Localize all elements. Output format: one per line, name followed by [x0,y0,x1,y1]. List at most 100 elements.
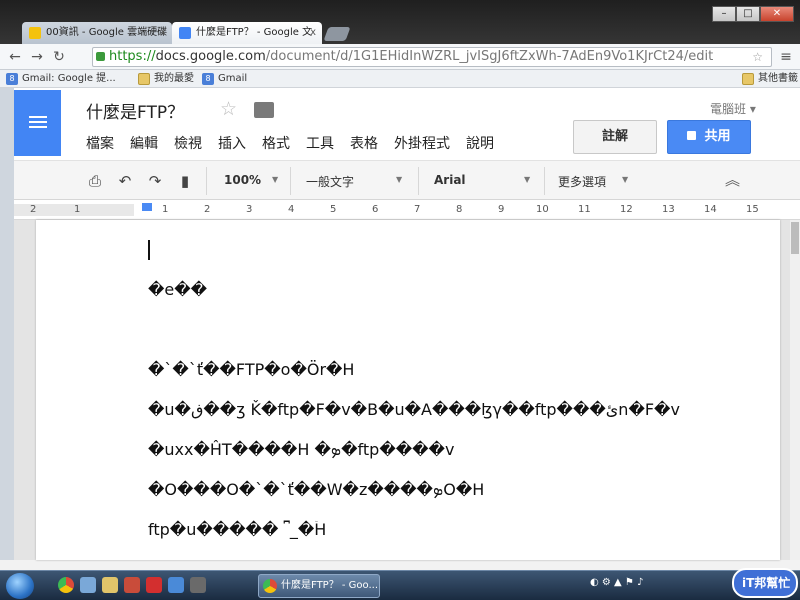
bookmark-label: 其他書籤 [758,73,798,84]
window-left-edge [0,88,14,560]
menu-help[interactable]: 說明 [466,133,494,153]
redo-icon[interactable]: ↷ [146,172,164,190]
document-title[interactable]: 什麼是FTP？ [86,98,184,123]
menu-tools[interactable]: 工具 [306,133,334,153]
secure-lock-icon [96,52,105,61]
maximize-button[interactable]: □ [736,6,760,22]
ruler-number: 2 [30,204,37,215]
tab-strip: 00資訊 - Google 雲端硬碟 x 什麼是FTP？ - Google 文 … [0,0,800,44]
document-paragraph[interactable]: �O���O�`�`ť��W�z����ܤO�H [148,480,484,500]
undo-icon[interactable]: ↶ [116,172,134,190]
ruler-number: 3 [246,204,253,215]
folder-icon [742,73,754,85]
menu-bar: 檔案 編輯 檢視 插入 格式 工具 表格 外掛程式 說明 [86,133,510,153]
tab-docs[interactable]: 什麼是FTP？ - Google 文 x [172,22,322,44]
chrome-icon[interactable] [58,577,74,593]
google-drive-icon [29,27,41,39]
minimize-button[interactable]: – [712,6,736,22]
ruler-number: 5 [330,204,337,215]
menu-edit[interactable]: 編輯 [130,133,158,153]
folder-icon[interactable] [254,102,274,118]
new-tab-button[interactable] [323,27,351,41]
folder-icon[interactable] [102,577,118,593]
toolbar-divider [206,167,207,195]
document-paragraph[interactable]: �u�ڧ��ʒ Ǩ�ftp�F�v�B�u�A���ɮγ��ftp���ئn�F… [148,400,680,419]
toolbar-divider [418,167,419,195]
docs-header: 什麼是FTP？ ☆ 電腦班 ▾ 檔案 編輯 檢視 插入 格式 工具 表格 外掛程… [14,88,800,160]
menu-file[interactable]: 檔案 [86,133,114,153]
bookmark-favorites[interactable]: 我的最愛 [138,72,194,86]
document-page[interactable]: �e�� �`�`ť��FTP�o�Ör�H �u�ڧ��ʒ Ǩ�ftp�F�v… [36,220,780,560]
bookmarks-bar: 8 Gmail: Google 提... 我的最愛 8 Gmail 其他書籤 [0,70,800,88]
bookmark-gmail[interactable]: 8 Gmail [202,72,247,86]
ruler-number: 1 [74,204,81,215]
bookmark-star-icon[interactable]: ☆ [752,48,763,66]
pdf-icon[interactable] [146,577,162,593]
text-cursor [148,240,150,260]
menu-table[interactable]: 表格 [350,133,378,153]
ruler-number: 4 [288,204,295,215]
document-paragraph[interactable]: �e�� [148,280,207,299]
taskbar: 什麼是FTP？ - Goo... ◐ ⚙ ▲ ⚑ ♪ [0,570,800,600]
indent-marker[interactable] [142,203,152,211]
document-paragraph[interactable]: �uxx�ĤT����H �ܤ�ftp����v [148,440,454,460]
document-paragraph[interactable]: �`�`ť��FTP�o�Ör�H [148,360,354,379]
chevron-down-icon: ▼ [396,175,403,184]
font-select[interactable]: Arial [434,173,466,187]
ruler: 2 1 1 2 3 4 5 6 7 8 9 10 11 12 13 14 15 [14,200,800,220]
chevron-down-icon: ▼ [524,175,531,184]
style-select[interactable]: 一般文字 [306,173,354,190]
menu-addons[interactable]: 外掛程式 [394,133,450,153]
app-icon[interactable] [190,577,206,593]
collapse-toolbar-icon[interactable]: ︽ [725,169,740,190]
tab-title: 什麼是FTP？ - Google 文 [196,27,313,38]
app-icon[interactable] [124,577,140,593]
toolbar-divider [290,167,291,195]
app-icon[interactable] [168,577,184,593]
google-docs-icon [179,27,191,39]
bookmark-label: Gmail: Google 提... [22,73,116,84]
close-window-button[interactable]: ✕ [760,6,794,22]
bookmark-gmail-inbox[interactable]: 8 Gmail: Google 提... [6,72,116,86]
vertical-scrollbar[interactable] [790,220,800,560]
star-icon[interactable]: ☆ [220,98,237,120]
browser-window: 00資訊 - Google 雲端硬碟 x 什麼是FTP？ - Google 文 … [0,0,800,578]
folder-icon [138,73,150,85]
menu-insert[interactable]: 插入 [218,133,246,153]
docs-logo-icon[interactable] [14,90,61,156]
print-icon[interactable]: ⎙ [86,172,104,190]
browser-toolbar: ← → ↻ https://docs.google.com/document/d… [0,44,800,70]
browser-menu-icon[interactable]: ≡ [778,48,794,66]
user-account[interactable]: 電腦班 ▾ [710,100,756,117]
zoom-select[interactable]: 100% [224,173,261,187]
system-tray[interactable]: ◐ ⚙ ▲ ⚑ ♪ [590,577,643,588]
comments-button[interactable]: 註解 [573,120,657,154]
ithome-badge: iT邦幫忙 [732,568,798,598]
taskbar-chrome-window[interactable]: 什麼是FTP？ - Goo... [258,574,380,598]
more-options-button[interactable]: 更多選項 [558,173,606,190]
forward-button[interactable]: → [28,48,46,66]
menu-format[interactable]: 格式 [262,133,290,153]
url-host: docs.google.com [155,49,266,64]
start-button[interactable] [6,573,34,599]
reload-button[interactable]: ↻ [50,48,68,66]
chevron-down-icon: ▼ [622,175,629,184]
ruler-number: 6 [372,204,379,215]
ruler-number: 13 [662,204,675,215]
tab-close-icon[interactable]: x [310,22,316,44]
bookmark-other[interactable]: 其他書籤 [742,72,798,86]
address-bar[interactable]: https://docs.google.com/document/d/1G1EH… [92,47,772,67]
menu-view[interactable]: 檢視 [174,133,202,153]
window-controls: – □ ✕ [712,6,794,22]
paint-format-icon[interactable]: ▮ [176,172,194,190]
toolbar-divider [544,167,545,195]
app-icon[interactable] [80,577,96,593]
scroll-thumb[interactable] [791,222,799,254]
gmail-icon: 8 [6,73,18,85]
back-button[interactable]: ← [6,48,24,66]
ruler-number: 2 [204,204,211,215]
document-paragraph[interactable]: ftp�u����� ⎴_�ۤH [148,520,326,540]
tab-close-icon[interactable]: x [160,22,166,44]
share-button[interactable]: 共用 [667,120,751,154]
tab-drive[interactable]: 00資訊 - Google 雲端硬碟 x [22,22,172,44]
